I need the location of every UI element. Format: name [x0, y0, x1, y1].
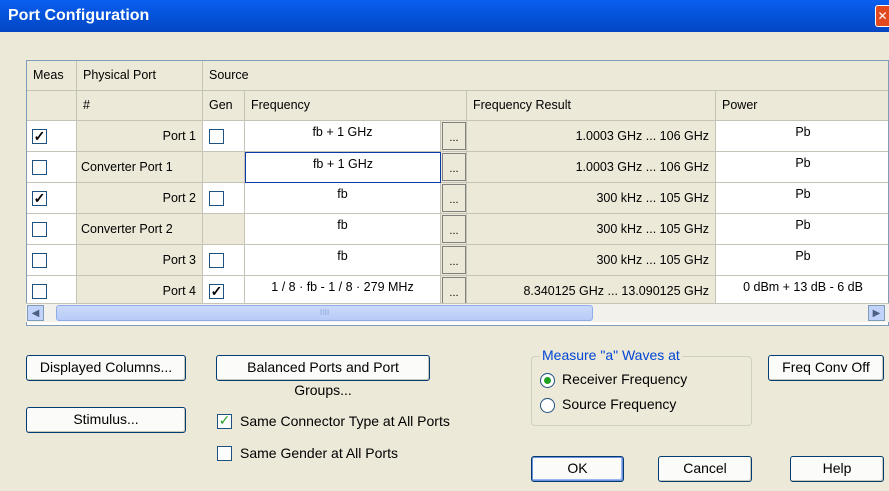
source-frequency-radio[interactable] — [540, 398, 555, 413]
frequency-result-cell: 1.0003 GHz ... 106 GHz — [467, 152, 716, 183]
frequency-cell[interactable]: fb — [245, 183, 441, 214]
table-row: ✓ — [27, 121, 77, 152]
same-connector-checkbox[interactable]: ✓ — [217, 414, 232, 429]
balanced-ports-button[interactable]: Balanced Ports and Port Groups... — [216, 355, 430, 398]
same-connector-label: Same Connector Type at All Ports — [240, 413, 450, 429]
power-cell[interactable]: Pb — [716, 121, 888, 152]
col-header-frequency-result: Frequency Result — [467, 91, 716, 121]
gen-cell[interactable] — [203, 183, 245, 214]
frequency-edit-cell: ... — [441, 121, 467, 152]
measure-waves-group — [531, 356, 752, 426]
gen-checkbox[interactable] — [209, 253, 224, 268]
physical-port-cell: Port 2 — [77, 183, 203, 214]
receiver-frequency-label: Receiver Frequency — [562, 371, 688, 387]
source-frequency-label: Source Frequency — [562, 396, 677, 412]
frequency-edit-cell: ... — [441, 152, 467, 183]
gen-cell[interactable] — [203, 121, 245, 152]
frequency-cell[interactable]: fb — [245, 214, 441, 245]
frequency-edit-button[interactable]: ... — [442, 184, 466, 212]
scroll-left-icon[interactable]: ◀ — [27, 305, 44, 321]
frequency-edit-button[interactable]: ... — [442, 153, 466, 181]
col-header-power: Power — [716, 91, 888, 121]
help-button[interactable]: Help — [790, 456, 884, 482]
frequency-edit-cell: ... — [441, 183, 467, 214]
check-icon: ✓ — [33, 190, 46, 206]
col-header-meas-blank — [27, 91, 77, 121]
frequency-edit-button[interactable]: ... — [442, 246, 466, 274]
physical-port-cell: Port 1 — [77, 121, 203, 152]
frequency-edit-button[interactable]: ... — [442, 215, 466, 243]
gen-checkbox[interactable] — [209, 191, 224, 206]
power-cell[interactable]: Pb — [716, 245, 888, 276]
scroll-thumb-grip: IIII — [319, 308, 330, 317]
frequency-result-cell: 300 kHz ... 105 GHz — [467, 214, 716, 245]
meas-checkbox[interactable] — [32, 222, 47, 237]
col-header-physical-port: Physical Port — [77, 61, 203, 91]
frequency-cell[interactable]: fb — [245, 245, 441, 276]
meas-checkbox[interactable] — [32, 160, 47, 175]
check-icon: ✓ — [33, 128, 46, 144]
frequency-result-cell: 1.0003 GHz ... 106 GHz — [467, 121, 716, 152]
gen-cell — [203, 152, 245, 183]
meas-checkbox[interactable]: ✓ — [32, 191, 47, 206]
table-row — [27, 152, 77, 183]
col-header-num: # — [77, 91, 203, 121]
frequency-result-cell: 300 kHz ... 105 GHz — [467, 183, 716, 214]
cancel-button[interactable]: Cancel — [658, 456, 752, 482]
power-cell[interactable]: Pb — [716, 183, 888, 214]
scroll-thumb[interactable]: IIII — [56, 305, 593, 321]
gen-cell — [203, 214, 245, 245]
physical-port-cell: Converter Port 2 — [77, 214, 203, 245]
check-icon: ✓ — [210, 283, 223, 299]
freq-conv-off-button[interactable]: Freq Conv Off — [768, 355, 884, 381]
table-row: ✓ — [27, 183, 77, 214]
check-icon: ✓ — [218, 413, 231, 429]
table-row — [27, 214, 77, 245]
title-bar: Port Configuration — [0, 0, 889, 32]
receiver-frequency-radio[interactable] — [540, 373, 555, 388]
gen-checkbox[interactable] — [209, 129, 224, 144]
horizontal-scrollbar[interactable]: ◀ IIII ▶ — [26, 303, 889, 322]
power-cell[interactable]: Pb — [716, 152, 888, 183]
table-row — [27, 245, 77, 276]
dialog-title: Port Configuration — [8, 7, 150, 24]
meas-checkbox[interactable]: ✓ — [32, 129, 47, 144]
col-header-meas: Meas — [27, 61, 77, 91]
port-grid: Meas Physical Port Source # Gen Frequenc… — [26, 60, 889, 326]
meas-checkbox[interactable] — [32, 284, 47, 299]
scroll-right-icon[interactable]: ▶ — [868, 305, 885, 321]
col-header-gen: Gen — [203, 91, 245, 121]
close-icon[interactable]: ✕ — [875, 5, 889, 27]
meas-checkbox[interactable] — [32, 253, 47, 268]
gen-checkbox[interactable]: ✓ — [209, 284, 224, 299]
radio-selected-icon — [544, 377, 551, 384]
same-gender-checkbox[interactable] — [217, 446, 232, 461]
frequency-edit-button[interactable]: ... — [442, 277, 466, 305]
same-gender-label: Same Gender at All Ports — [240, 445, 398, 461]
measure-waves-title: Measure "a" Waves at — [540, 347, 682, 363]
physical-port-cell: Port 3 — [77, 245, 203, 276]
port-configuration-dialog: Port Configuration ✕ Meas Physical Port … — [0, 0, 889, 491]
frequency-result-cell: 300 kHz ... 105 GHz — [467, 245, 716, 276]
col-header-frequency: Frequency — [245, 91, 467, 121]
frequency-edit-cell: ... — [441, 245, 467, 276]
physical-port-cell: Converter Port 1 — [77, 152, 203, 183]
displayed-columns-button[interactable]: Displayed Columns... — [26, 355, 186, 381]
frequency-edit-button[interactable]: ... — [442, 122, 466, 150]
frequency-cell[interactable]: fb + 1 GHz — [245, 152, 441, 183]
power-cell[interactable]: Pb — [716, 214, 888, 245]
frequency-edit-cell: ... — [441, 214, 467, 245]
col-header-source: Source — [203, 61, 888, 91]
gen-cell[interactable] — [203, 245, 245, 276]
frequency-cell[interactable]: fb + 1 GHz — [245, 121, 441, 152]
stimulus-button[interactable]: Stimulus... — [26, 407, 186, 433]
ok-button[interactable]: OK — [531, 456, 624, 482]
